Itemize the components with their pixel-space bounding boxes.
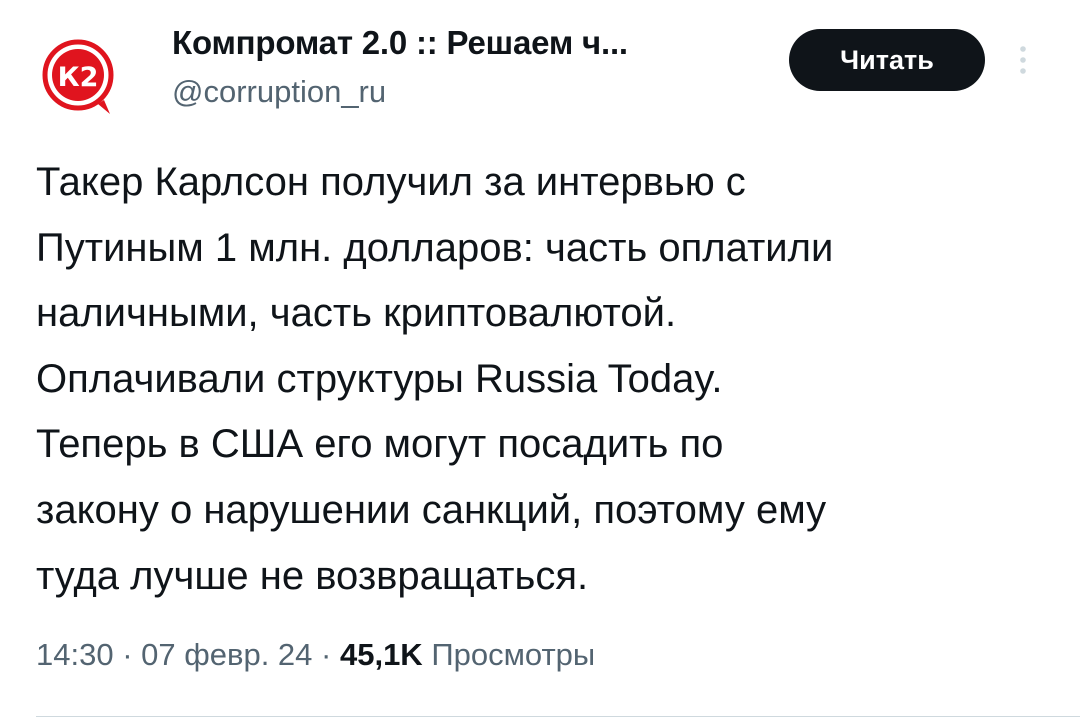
author-avatar[interactable]: К2 — [38, 34, 130, 116]
tweet-header: К2 Компромат 2.0 :: Решаем ч... @corrupt… — [0, 0, 1080, 140]
meta-separator: · — [312, 637, 340, 672]
follow-button[interactable]: Читать — [789, 29, 985, 91]
views-count[interactable]: 45,1K — [340, 637, 423, 672]
tweet-text-line: туда лучше не возвращаться. — [36, 553, 589, 598]
tweet-text-line: Такер Карлсон получил за интервью с — [36, 160, 746, 204]
views-label[interactable]: Просмотры — [423, 637, 595, 672]
vertical-ellipsis-icon — [1020, 46, 1026, 74]
author-handle[interactable]: @corruption_ru — [172, 74, 386, 110]
avatar-logo-text: К2 — [58, 62, 99, 93]
author-display-name[interactable]: Компромат 2.0 :: Решаем ч... — [172, 24, 628, 62]
tweet-meta: 14:30 · 07 февр. 24 · 45,1K Просмотры — [36, 637, 595, 673]
tweet-text-line: закону о нарушении санкций, поэтому ему — [36, 487, 827, 532]
k2-logo-icon: К2 — [42, 39, 114, 114]
tweet-time[interactable]: 14:30 — [36, 637, 114, 672]
more-options-icon[interactable] — [1008, 40, 1038, 80]
tweet-text-line: Путиным 1 млн. долларов: часть оплатили — [36, 225, 834, 270]
tweet-date[interactable]: 07 февр. 24 — [141, 637, 312, 672]
tweet-text-line: Теперь в США его могут посадить по — [36, 422, 724, 467]
meta-separator: · — [113, 637, 142, 672]
tweet-text: Такер Карлсон получил за интервью с Пути… — [36, 150, 1046, 609]
tweet-text-line: Оплачивали структуры Russia Today. — [36, 356, 723, 401]
divider — [36, 716, 1080, 717]
tweet-text-line: наличными, часть криптовалютой. — [36, 291, 677, 336]
